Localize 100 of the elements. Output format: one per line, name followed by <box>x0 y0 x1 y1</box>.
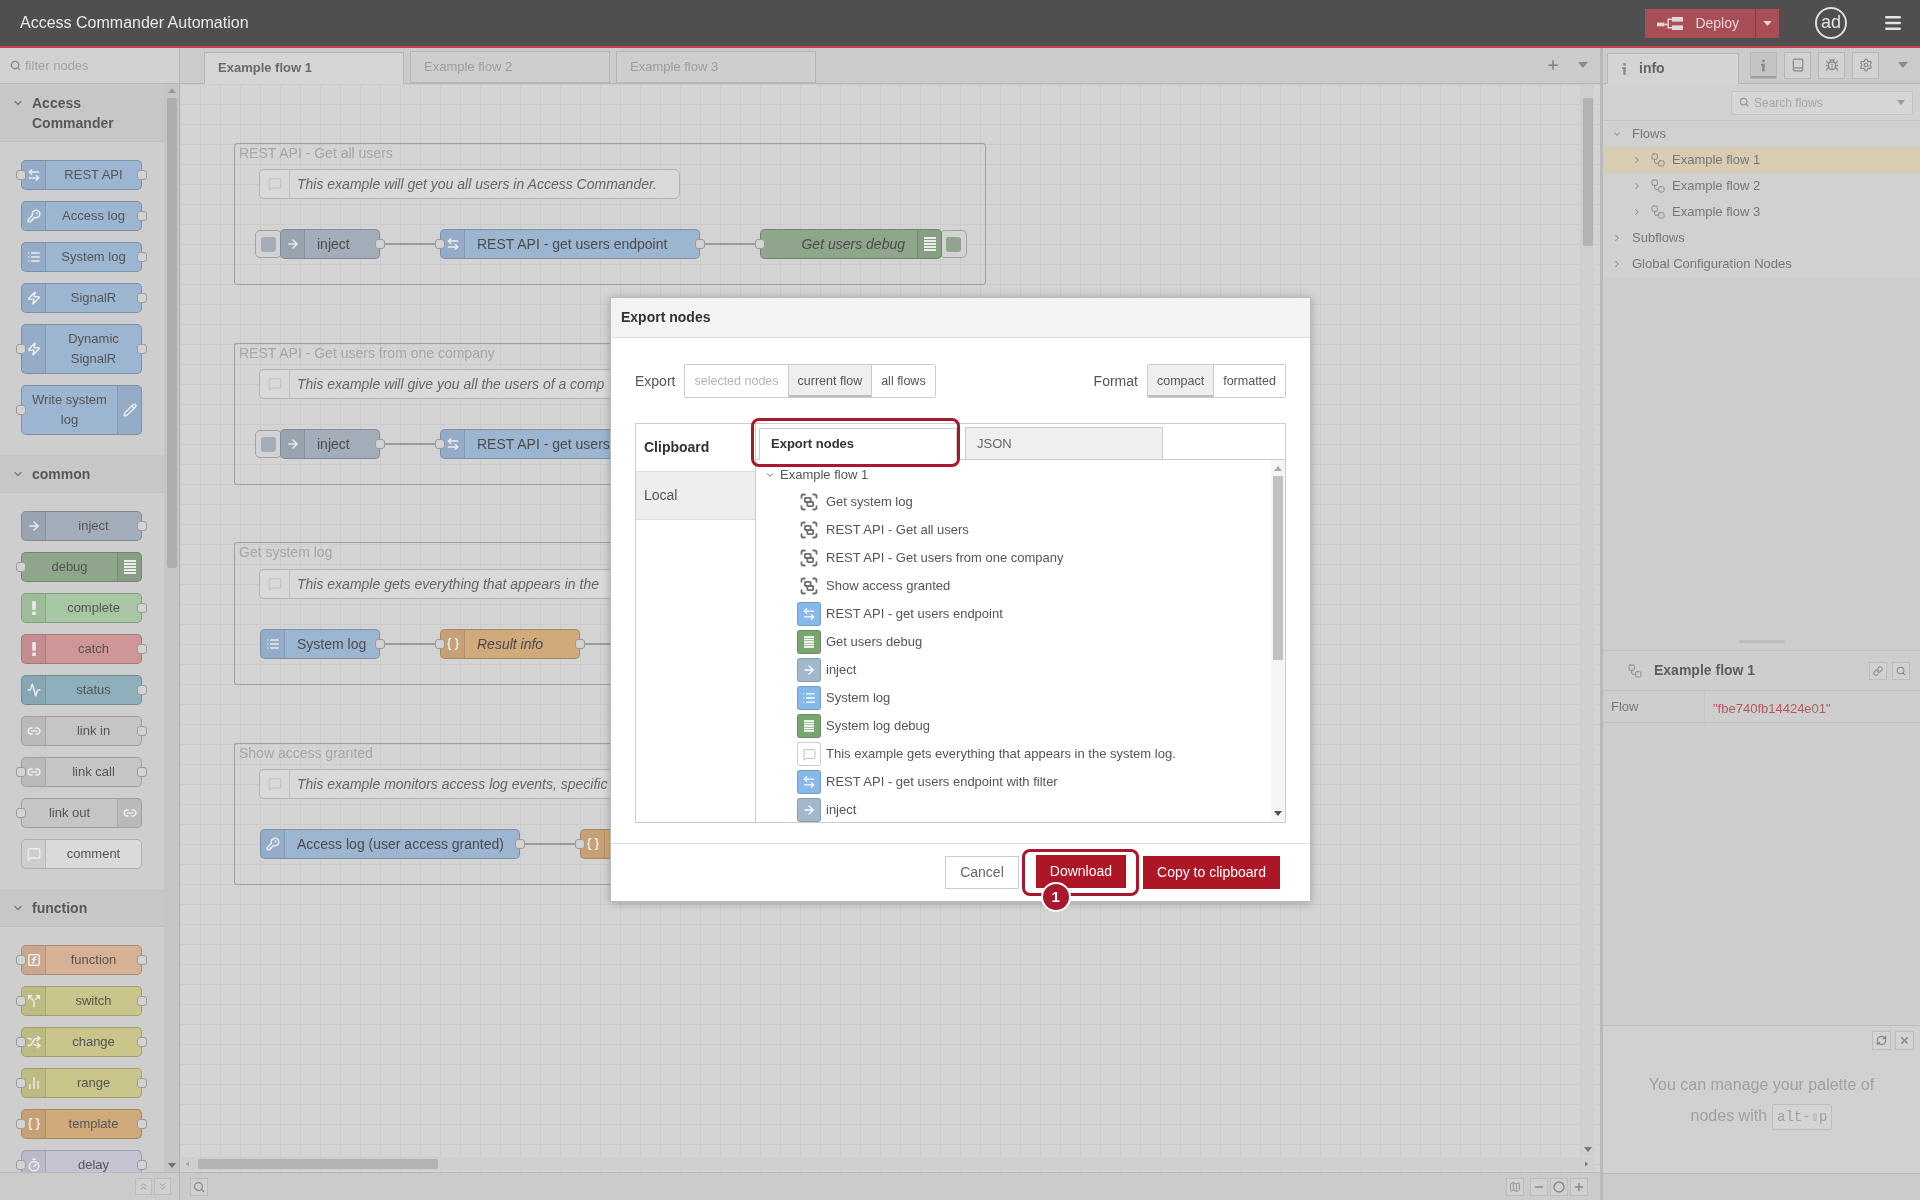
palette-node[interactable]: SignalR <box>21 283 142 313</box>
port-icon[interactable] <box>755 239 765 249</box>
flow-node[interactable] <box>580 829 610 859</box>
tree-item[interactable]: REST API - get users endpoint with filter <box>756 768 1271 796</box>
scrollbar-thumb[interactable] <box>1582 98 1593 246</box>
refresh-button[interactable] <box>1872 1031 1891 1050</box>
port-icon[interactable] <box>435 439 445 449</box>
map-button[interactable] <box>1506 1177 1524 1196</box>
sidebar-tool-button[interactable] <box>1818 51 1845 79</box>
tab-menu-button[interactable] <box>1578 60 1588 70</box>
category-header[interactable]: Access Commander <box>0 84 164 142</box>
flow-node[interactable]: Result info <box>440 629 580 659</box>
vertical-scrollbar[interactable] <box>1271 460 1285 822</box>
tree-item[interactable]: Example flow 1 <box>756 462 1271 488</box>
palette-node[interactable]: delay <box>21 1150 142 1172</box>
port-icon[interactable] <box>137 996 147 1006</box>
link-button[interactable] <box>1869 661 1887 680</box>
palette-node[interactable]: comment <box>21 839 142 869</box>
port-icon[interactable] <box>137 344 147 354</box>
palette-node[interactable]: Write system log <box>21 385 142 435</box>
horizontal-scrollbar[interactable] <box>180 1157 1594 1170</box>
palette-node[interactable]: link call <box>21 757 142 787</box>
palette-node[interactable]: range <box>21 1068 142 1098</box>
tree-item[interactable]: System log <box>756 684 1271 712</box>
port-icon[interactable] <box>435 639 445 649</box>
port-icon[interactable] <box>16 170 26 180</box>
flow-node[interactable]: REST API - get users <box>440 429 610 459</box>
dialog-tab[interactable]: JSON <box>965 427 1163 459</box>
scroll-down-arrow-icon[interactable] <box>1274 811 1282 816</box>
palette-node[interactable]: complete <box>21 593 142 623</box>
add-tab-button[interactable] <box>1546 58 1560 72</box>
inject-button[interactable] <box>255 430 282 458</box>
palette-node[interactable]: link out <box>21 798 142 828</box>
toggle-button[interactable]: current flow <box>787 365 872 397</box>
palette-node[interactable]: Access log <box>21 201 142 231</box>
palette-node[interactable]: link in <box>21 716 142 746</box>
port-icon[interactable] <box>137 644 147 654</box>
flow-node[interactable]: inject <box>280 429 380 459</box>
zoom-out-button[interactable] <box>1530 1177 1548 1196</box>
port-icon[interactable] <box>137 726 147 736</box>
palette-node[interactable]: REST API <box>21 160 142 190</box>
scrollbar-thumb[interactable] <box>198 1158 438 1169</box>
scrollbar-thumb[interactable] <box>166 98 177 568</box>
port-icon[interactable] <box>16 344 26 354</box>
port-icon[interactable] <box>16 1160 26 1170</box>
category-header[interactable]: common <box>0 455 164 493</box>
dialog-nav-item[interactable]: Local <box>636 472 755 520</box>
sidebar-tool-button[interactable] <box>1750 51 1777 79</box>
vertical-scrollbar[interactable] <box>1581 84 1594 1156</box>
port-icon[interactable] <box>137 211 147 221</box>
port-icon[interactable] <box>16 1119 26 1129</box>
tree-item[interactable]: Example flow 2 <box>1603 173 1920 199</box>
port-icon[interactable] <box>16 808 26 818</box>
tree-item[interactable]: This example gets everything that appears in the system log. <box>756 740 1271 768</box>
port-icon[interactable] <box>137 1119 147 1129</box>
flow-node[interactable]: Access log (user access granted) <box>260 829 520 859</box>
port-icon[interactable] <box>137 170 147 180</box>
flow-node[interactable]: REST API - get users endpoint <box>440 229 700 259</box>
port-icon[interactable] <box>16 562 26 572</box>
zoom-reset-button[interactable] <box>1550 1177 1568 1196</box>
dialog-tab[interactable]: Export nodes <box>759 428 957 460</box>
scroll-up-arrow-icon[interactable] <box>167 88 176 93</box>
tree-item[interactable]: Global Configuration Nodes <box>1603 251 1920 277</box>
port-icon[interactable] <box>16 996 26 1006</box>
search-button[interactable] <box>190 1177 208 1196</box>
flow-node[interactable]: inject <box>280 229 380 259</box>
port-icon[interactable] <box>137 293 147 303</box>
menu-button[interactable] <box>1883 13 1903 33</box>
collapse-all-button[interactable] <box>135 1178 152 1195</box>
tree-item[interactable]: Subflows <box>1603 225 1920 251</box>
inject-button[interactable] <box>255 230 282 258</box>
palette-node[interactable]: function <box>21 945 142 975</box>
workspace-tab[interactable]: Example flow 1 <box>204 52 404 84</box>
comment-node[interactable]: This example gets everything that appears in the <box>259 569 610 599</box>
vertical-scrollbar[interactable] <box>164 84 179 1172</box>
palette-node[interactable]: Dynamic SignalR <box>21 324 142 374</box>
zoom-in-button[interactable] <box>1570 1177 1588 1196</box>
port-icon[interactable] <box>137 767 147 777</box>
sidebar-tool-button[interactable] <box>1784 51 1811 79</box>
primary-button[interactable]: Download <box>1035 855 1127 888</box>
toggle-button[interactable]: formatted <box>1213 365 1285 397</box>
scroll-up-arrow-icon[interactable] <box>1274 466 1282 471</box>
port-icon[interactable] <box>137 252 147 262</box>
port-icon[interactable] <box>515 839 525 849</box>
tree-item[interactable]: Example flow 1 <box>1603 147 1920 173</box>
palette-node[interactable]: status <box>21 675 142 705</box>
tree-item[interactable]: REST API - Get all users <box>756 516 1271 544</box>
user-avatar[interactable]: ad <box>1815 7 1847 39</box>
port-icon[interactable] <box>137 603 147 613</box>
port-icon[interactable] <box>575 639 585 649</box>
tree-item[interactable]: Show access granted <box>756 572 1271 600</box>
deploy-button[interactable]: Deploy <box>1645 8 1755 38</box>
tree-item[interactable]: System log debug <box>756 712 1271 740</box>
port-icon[interactable] <box>375 439 385 449</box>
port-icon[interactable] <box>575 839 585 849</box>
port-icon[interactable] <box>137 685 147 695</box>
tree-item[interactable]: inject <box>756 796 1271 824</box>
toggle-button[interactable]: all flows <box>871 365 935 397</box>
tree-item[interactable]: Get users debug <box>756 628 1271 656</box>
comment-node[interactable]: This example monitors access log events, specific <box>259 769 610 799</box>
